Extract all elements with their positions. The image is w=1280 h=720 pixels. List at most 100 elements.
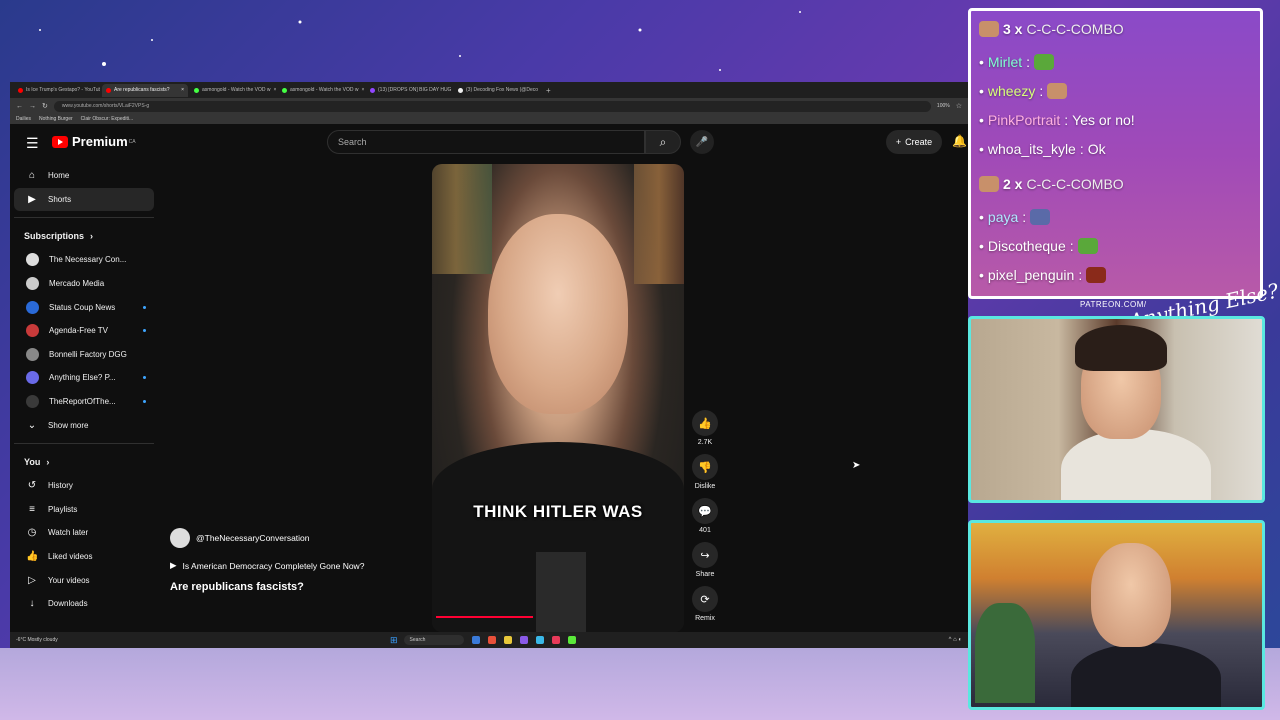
you-header[interactable]: You › bbox=[14, 450, 154, 474]
bookmark-item[interactable]: Clair Obscur: Expediti... bbox=[81, 116, 134, 122]
home-icon: ⌂ bbox=[28, 170, 36, 182]
sidebar-item-your-videos[interactable]: ▷ Your videos bbox=[14, 568, 154, 592]
tab-close-icon[interactable]: × bbox=[181, 87, 184, 93]
webcam-bottom bbox=[968, 520, 1265, 710]
browser-tab[interactable]: (3) Decoding Fox News (@Deco× bbox=[454, 84, 540, 97]
chat-emote-icon bbox=[1077, 238, 1098, 254]
sidebar-item-label: Mercado Media bbox=[49, 279, 105, 289]
channel-avatar bbox=[26, 324, 39, 338]
youtube-logo[interactable]: Premium CA bbox=[52, 134, 136, 149]
create-button[interactable]: + Create bbox=[886, 130, 942, 154]
sidebar-item-playlists[interactable]: ≡ Playlists bbox=[14, 498, 154, 522]
sidebar-item-watch-later[interactable]: ◷ Watch later bbox=[14, 521, 154, 545]
video-progress-bar[interactable] bbox=[436, 616, 533, 618]
search-icon[interactable]: ⌕ bbox=[645, 130, 681, 154]
channel-name[interactable]: @TheNecessaryConversation bbox=[196, 533, 310, 543]
tab-favicon-icon bbox=[458, 87, 463, 93]
sidebar-item-shorts[interactable]: ▶ Shorts bbox=[14, 187, 154, 212]
sidebar-item-subscription[interactable]: Bonnelli Factory DGG bbox=[14, 343, 154, 367]
taskbar-app-icon[interactable] bbox=[551, 636, 560, 644]
chat-username: Discotheque bbox=[987, 238, 1066, 254]
zoom-badge[interactable]: 100% bbox=[937, 103, 950, 109]
taskbar-app-icon[interactable] bbox=[519, 636, 528, 644]
chat-username: PinkPortrait bbox=[987, 112, 1061, 128]
sidebar-item-home[interactable]: ⌂ Home bbox=[14, 164, 154, 188]
remix-icon[interactable]: ⟳ bbox=[692, 586, 718, 612]
reload-icon[interactable]: ↻ bbox=[42, 102, 48, 110]
back-icon[interactable]: ← bbox=[16, 103, 23, 110]
guest-shirt bbox=[1071, 643, 1221, 707]
browser-tab[interactable]: asmongold - Watch the VOD w × bbox=[278, 84, 364, 97]
chat-colon: : bbox=[1026, 54, 1031, 70]
tab-label: Are republicans fascists? bbox=[114, 87, 170, 93]
chat-username: whoa_its_kyle bbox=[987, 141, 1076, 157]
share-icon[interactable]: ↪ bbox=[692, 542, 718, 568]
windows-start-icon[interactable]: ⊞ bbox=[390, 635, 398, 646]
subscriptions-header[interactable]: Subscriptions › bbox=[14, 224, 154, 248]
chat-bullet-icon: • bbox=[979, 83, 984, 99]
forward-icon[interactable]: → bbox=[29, 103, 36, 110]
sidebar-item-subscription[interactable]: The Necessary Con... bbox=[14, 248, 154, 272]
playlist-title[interactable]: Is American Democracy Completely Gone No… bbox=[183, 561, 365, 571]
sidebar-item-liked-videos[interactable]: 👍 Liked videos bbox=[14, 545, 154, 569]
url-field[interactable]: www.youtube.com/shorts/VLaiF2VPS-g bbox=[53, 100, 931, 112]
bookmark-item[interactable]: Nothing Burger bbox=[39, 116, 73, 122]
short-video-player[interactable]: THINK HITLER WAS bbox=[432, 164, 684, 632]
taskbar-app-icon[interactable] bbox=[567, 636, 576, 644]
search-input[interactable]: Search bbox=[327, 130, 645, 154]
microphone-icon[interactable]: 🎤 bbox=[690, 130, 714, 154]
sidebar-item-subscription[interactable]: Anything Else? P... bbox=[14, 366, 154, 390]
sidebar-item-label: Liked videos bbox=[48, 552, 93, 562]
new-tab-icon[interactable]: + bbox=[542, 86, 555, 95]
combo-count: 3 x bbox=[1003, 21, 1023, 37]
comments-icon[interactable]: 💬 bbox=[692, 498, 718, 524]
tab-favicon-icon bbox=[18, 87, 23, 93]
system-tray[interactable]: ^ ⌂ ◐ bbox=[949, 637, 968, 643]
channel-avatar[interactable] bbox=[170, 528, 190, 548]
sidebar-item-label: TheReportOfThe... bbox=[49, 397, 116, 407]
youtube-masthead: ☰ Premium CA Search ⌕ 🎤 + Create 🔔 bbox=[10, 124, 968, 160]
sidebar-item-downloads[interactable]: ↓ Downloads bbox=[14, 592, 154, 616]
taskbar-app-icon[interactable] bbox=[535, 636, 544, 644]
watch-later-icon: ◷ bbox=[27, 527, 37, 539]
show-more-button[interactable]: ⌄ Show more bbox=[14, 413, 154, 437]
chat-bullet-icon: • bbox=[979, 112, 984, 128]
taskbar-app-icon[interactable] bbox=[487, 636, 496, 644]
dislike-button[interactable]: 👎 Dislike bbox=[692, 454, 718, 490]
browser-tab[interactable]: Are republicans fascists? × bbox=[102, 83, 188, 97]
weather-widget[interactable]: -6°C Mostly cloudy bbox=[10, 637, 390, 643]
bookmark-item[interactable]: Dailies bbox=[16, 116, 31, 122]
sidebar-divider bbox=[14, 442, 154, 444]
bookmark-star-icon[interactable]: ☆ bbox=[956, 102, 962, 110]
sidebar-item-subscription[interactable]: Agenda-Free TV bbox=[14, 319, 154, 343]
share-button[interactable]: ↪ Share bbox=[692, 542, 718, 578]
taskbar-app-icon[interactable] bbox=[471, 636, 480, 644]
sidebar-item-history[interactable]: ↺ History bbox=[14, 474, 154, 498]
browser-tab[interactable]: asmongold - Watch the VOD w × bbox=[190, 84, 276, 97]
new-content-dot bbox=[143, 376, 146, 380]
channel-row[interactable]: @TheNecessaryConversation bbox=[170, 528, 430, 548]
sidebar-item-subscription[interactable]: TheReportOfThe... bbox=[14, 390, 154, 414]
like-icon[interactable]: 👍 bbox=[692, 410, 718, 436]
browser-tab[interactable]: (13) [DROPS ON] BIG DAY HUG× bbox=[366, 84, 452, 97]
sidebar-item-subscription[interactable]: Mercado Media bbox=[14, 272, 154, 296]
sidebar-item-subscription[interactable]: Status Coup News bbox=[14, 295, 154, 319]
notifications-bell-icon[interactable]: 🔔 bbox=[952, 134, 967, 148]
playlist-row[interactable]: ▶ Is American Democracy Completely Gone … bbox=[170, 560, 430, 571]
like-button[interactable]: 👍 2.7K bbox=[692, 410, 718, 446]
taskbar-search[interactable]: Search bbox=[403, 635, 464, 645]
tab-close-icon[interactable]: × bbox=[273, 87, 276, 93]
dislike-icon[interactable]: 👎 bbox=[692, 454, 718, 480]
comments-button[interactable]: 💬 401 bbox=[692, 498, 718, 534]
browser-tab[interactable]: Is Ice Trump's Gestapo? - YouTub× bbox=[14, 84, 100, 97]
taskbar-app-icon[interactable] bbox=[503, 636, 512, 644]
channel-avatar bbox=[26, 371, 39, 385]
new-content-dot bbox=[143, 400, 146, 404]
tab-close-icon[interactable]: × bbox=[361, 87, 364, 93]
action-label: 401 bbox=[699, 527, 711, 534]
chat-bullet-icon: • bbox=[979, 267, 984, 283]
remix-button[interactable]: ⟳ Remix bbox=[692, 586, 718, 622]
chat-username: Mirlet bbox=[987, 54, 1023, 70]
chat-combo: 3 x C-C-C-COMBO bbox=[979, 21, 1124, 37]
menu-icon[interactable]: ☰ bbox=[26, 135, 39, 152]
